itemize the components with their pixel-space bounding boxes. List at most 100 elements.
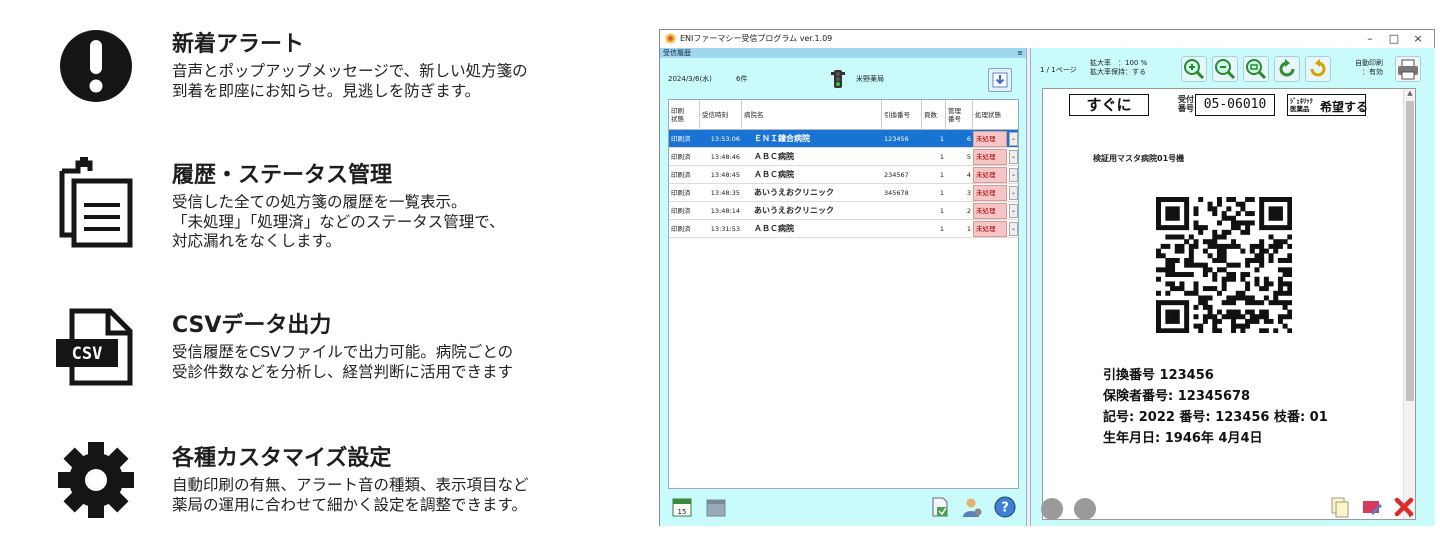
file-export-icon bbox=[932, 497, 948, 517]
cell-received-time: 13:48:45 bbox=[710, 171, 740, 179]
rotate-right-icon bbox=[1310, 59, 1326, 77]
cell-ticket-no bbox=[882, 202, 922, 220]
scroll-up-icon[interactable]: ▲ bbox=[1404, 89, 1415, 97]
table-row[interactable]: 印刷済 13:48:35 あいうえおクリニック 345678 1 3 未処理 ⌄ bbox=[669, 184, 1018, 202]
insurer-number-line: 保険者番号: 12345678 bbox=[1103, 389, 1251, 404]
cell-pages: 1 bbox=[939, 153, 944, 161]
status-dropdown-icon[interactable]: ⌄ bbox=[1009, 132, 1018, 146]
delete-button[interactable] bbox=[1392, 495, 1416, 519]
col-print-status[interactable]: 印刷 状態 bbox=[669, 100, 700, 130]
birthdate-line: 生年月日: 1946年 4月4日 bbox=[1103, 431, 1263, 446]
rotate-left-button[interactable] bbox=[1274, 56, 1300, 82]
cell-received-time: 13:48:35 bbox=[710, 189, 740, 197]
calendar-button[interactable]: 15 bbox=[670, 495, 694, 519]
feature-history-status: 履歴・ステータス管理 受信した全ての処方箋の履歴を一覧表示。 「未処理」「処理済… bbox=[56, 157, 656, 257]
minimize-button[interactable]: – bbox=[1358, 31, 1382, 47]
cell-status[interactable]: 未処理 bbox=[973, 167, 1007, 183]
cell-mgmt-no: 5 bbox=[966, 153, 971, 161]
csv-file-icon: CSV bbox=[56, 307, 136, 387]
cell-print-status: 印刷済 bbox=[671, 153, 691, 161]
traffic-light-icon bbox=[831, 70, 845, 88]
alert-icon bbox=[56, 26, 136, 106]
zoom-out-icon bbox=[1215, 59, 1236, 80]
rotate-right-button[interactable] bbox=[1305, 56, 1331, 82]
next-page-button[interactable] bbox=[1074, 498, 1096, 520]
flag-edit-icon bbox=[1363, 501, 1382, 515]
prev-page-button[interactable] bbox=[1041, 498, 1063, 520]
feature-description: 受信した全ての処方箋の履歴を一覧表示。 「未処理」「処理済」などのステータス管理… bbox=[172, 193, 505, 250]
cell-mgmt-no: 3 bbox=[966, 189, 971, 197]
scroll-thumb[interactable] bbox=[1406, 101, 1414, 401]
user-settings-icon bbox=[963, 498, 982, 517]
cell-print-status: 印刷済 bbox=[671, 207, 691, 215]
cell-print-status: 印刷済 bbox=[671, 189, 691, 197]
vertical-scrollbar[interactable]: ▲ ▼ bbox=[1403, 89, 1415, 519]
window-title: ENIファーマシー受信プログラム ver.1.09 bbox=[680, 34, 833, 43]
download-button[interactable] bbox=[988, 68, 1012, 92]
received-date: 2024/3/6(水) bbox=[668, 75, 712, 83]
cell-print-status: 印刷済 bbox=[671, 171, 691, 179]
cell-received-time: 13:48:14 bbox=[710, 207, 740, 215]
col-status[interactable]: 処理状態 bbox=[973, 100, 1018, 130]
history-pane: 受信履歴 ≡ 2024/3/6(水) 6件 米野薬局 印刷 状態 受信時刻 病院… bbox=[660, 48, 1026, 526]
settings-user-button[interactable] bbox=[960, 495, 984, 519]
urgent-label: すぐに bbox=[1069, 94, 1149, 116]
status-dropdown-icon[interactable]: ⌄ bbox=[1009, 150, 1018, 164]
cell-status[interactable]: 未処理 bbox=[973, 185, 1007, 201]
help-icon: ? bbox=[994, 496, 1016, 518]
reception-label: 受付 番号 bbox=[1178, 95, 1194, 113]
cell-status[interactable]: 未処理 bbox=[973, 149, 1007, 165]
received-count: 6件 bbox=[736, 75, 748, 83]
preview-pane: 1 / 1ページ 拡大率 ：100 % 拡大率保持：する 自動印刷 ：有効 すぐ… bbox=[1031, 48, 1435, 526]
table-row[interactable]: 印刷済 13:48:14 あいうえおクリニック 1 2 未処理 ⌄ bbox=[669, 202, 1018, 220]
status-dropdown-icon[interactable]: ⌄ bbox=[1009, 222, 1018, 236]
export-csv-button[interactable] bbox=[928, 495, 952, 519]
app-logo-icon bbox=[665, 33, 676, 44]
zoom-fit-button[interactable] bbox=[1243, 56, 1269, 82]
calendar-disabled-button[interactable] bbox=[704, 495, 728, 519]
zoom-in-button[interactable] bbox=[1181, 56, 1207, 82]
copy-button[interactable] bbox=[1328, 495, 1352, 519]
pane-menu-icon[interactable]: ≡ bbox=[1017, 48, 1023, 58]
pharmacy-name: 米野薬局 bbox=[856, 75, 884, 83]
zoom-fit-icon bbox=[1246, 59, 1267, 80]
table-row[interactable]: 印刷済 13:53:06 ＥＮＩ鐘合病院 123456 1 6 未処理 ⌄ bbox=[669, 130, 1018, 148]
device-name: 検証用マスタ病院01号機 bbox=[1093, 154, 1185, 163]
status-dropdown-icon[interactable]: ⌄ bbox=[1009, 204, 1018, 218]
table-row[interactable]: 印刷済 13:31:53 ＡＢＣ病院 1 1 未処理 ⌄ bbox=[669, 220, 1018, 238]
auto-print-status: 自動印刷 ：有効 bbox=[1355, 59, 1383, 76]
cell-ticket-no: 234567 bbox=[884, 171, 909, 179]
col-hospital[interactable]: 病院名 bbox=[742, 100, 882, 130]
col-received-time[interactable]: 受信時刻 bbox=[700, 100, 742, 130]
zoom-out-button[interactable] bbox=[1212, 56, 1238, 82]
cell-hospital: ＥＮＩ鐘合病院 bbox=[754, 134, 810, 143]
cell-received-time: 13:31:53 bbox=[710, 225, 740, 233]
col-mgmt-no[interactable]: 管理 番号 bbox=[946, 100, 973, 130]
status-dropdown-icon[interactable]: ⌄ bbox=[1009, 186, 1018, 200]
feature-description: 自動印刷の有無、アラート音の種類、表示項目など 薬局の運用に合わせて細かく設定を… bbox=[172, 476, 529, 514]
table-row[interactable]: 印刷済 13:48:45 ＡＢＣ病院 234567 1 4 未処理 ⌄ bbox=[669, 166, 1018, 184]
col-pages[interactable]: 頁数 bbox=[922, 100, 946, 130]
status-dropdown-icon[interactable]: ⌄ bbox=[1009, 168, 1018, 182]
cell-pages: 1 bbox=[939, 189, 944, 197]
print-button[interactable] bbox=[1395, 56, 1421, 82]
table-header: 印刷 状態 受信時刻 病院名 引換番号 頁数 管理 番号 処理状態 bbox=[669, 100, 1018, 130]
cell-status[interactable]: 未処理 bbox=[973, 203, 1007, 219]
mark-processed-button[interactable] bbox=[1360, 495, 1384, 519]
zoom-in-icon bbox=[1184, 59, 1205, 80]
cell-mgmt-no: 6 bbox=[966, 135, 971, 143]
help-button[interactable]: ? bbox=[993, 495, 1017, 519]
cell-status[interactable]: 未処理 bbox=[973, 131, 1007, 147]
cell-ticket-no bbox=[882, 220, 922, 238]
close-window-button[interactable]: × bbox=[1406, 31, 1430, 47]
qr-code-icon bbox=[1156, 197, 1292, 333]
red-close-icon bbox=[1394, 497, 1414, 517]
table-row[interactable]: 印刷済 13:48:46 ＡＢＣ病院 1 5 未処理 ⌄ bbox=[669, 148, 1018, 166]
zoom-info: 拡大率 ：100 % 拡大率保持：する bbox=[1090, 59, 1148, 76]
col-ticket-no[interactable]: 引換番号 bbox=[882, 100, 922, 130]
maximize-button[interactable]: □ bbox=[1382, 31, 1406, 47]
csv-icon-label: CSV bbox=[72, 344, 103, 364]
cell-status[interactable]: 未処理 bbox=[973, 221, 1007, 237]
title-bar: ENIファーマシー受信プログラム ver.1.09 – □ × bbox=[660, 30, 1434, 48]
reception-number: 05-06010 bbox=[1195, 94, 1275, 116]
